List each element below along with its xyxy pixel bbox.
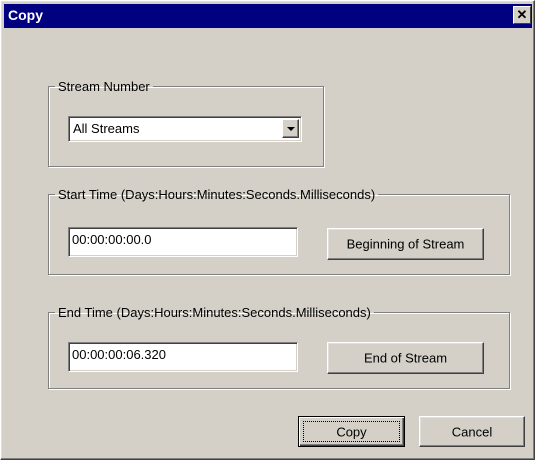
close-button[interactable]: ✕ xyxy=(513,6,531,24)
chevron-down-icon[interactable] xyxy=(282,119,299,138)
stream-select-value: All Streams xyxy=(73,121,140,136)
title-bar[interactable]: Copy ✕ xyxy=(4,4,532,28)
end-time-field[interactable] xyxy=(68,342,298,372)
cancel-button-label: Cancel xyxy=(451,424,493,439)
start-time-field[interactable] xyxy=(68,227,298,257)
dialog-title: Copy xyxy=(8,7,43,23)
copy-dialog: Copy ✕ Stream Number All Streams Start T… xyxy=(0,0,535,460)
beginning-of-stream-button[interactable]: Beginning of Stream xyxy=(327,228,484,260)
copy-button-label: Copy xyxy=(336,424,367,439)
cancel-button[interactable]: Cancel xyxy=(419,416,525,447)
close-icon: ✕ xyxy=(516,7,528,22)
stream-number-legend: Stream Number xyxy=(58,79,150,94)
start-time-input[interactable] xyxy=(72,232,278,247)
end-time-input[interactable] xyxy=(72,347,278,362)
end-time-legend: End Time (Days:Hours:Minutes:Seconds.Mil… xyxy=(58,305,371,320)
end-of-stream-button[interactable]: End of Stream xyxy=(327,342,484,374)
copy-button[interactable]: Copy xyxy=(298,416,405,447)
start-time-legend: Start Time (Days:Hours:Minutes:Seconds.M… xyxy=(58,187,376,202)
beginning-of-stream-label: Beginning of Stream xyxy=(346,236,465,252)
end-of-stream-label: End of Stream xyxy=(363,350,448,366)
stream-select[interactable]: All Streams xyxy=(68,116,302,142)
